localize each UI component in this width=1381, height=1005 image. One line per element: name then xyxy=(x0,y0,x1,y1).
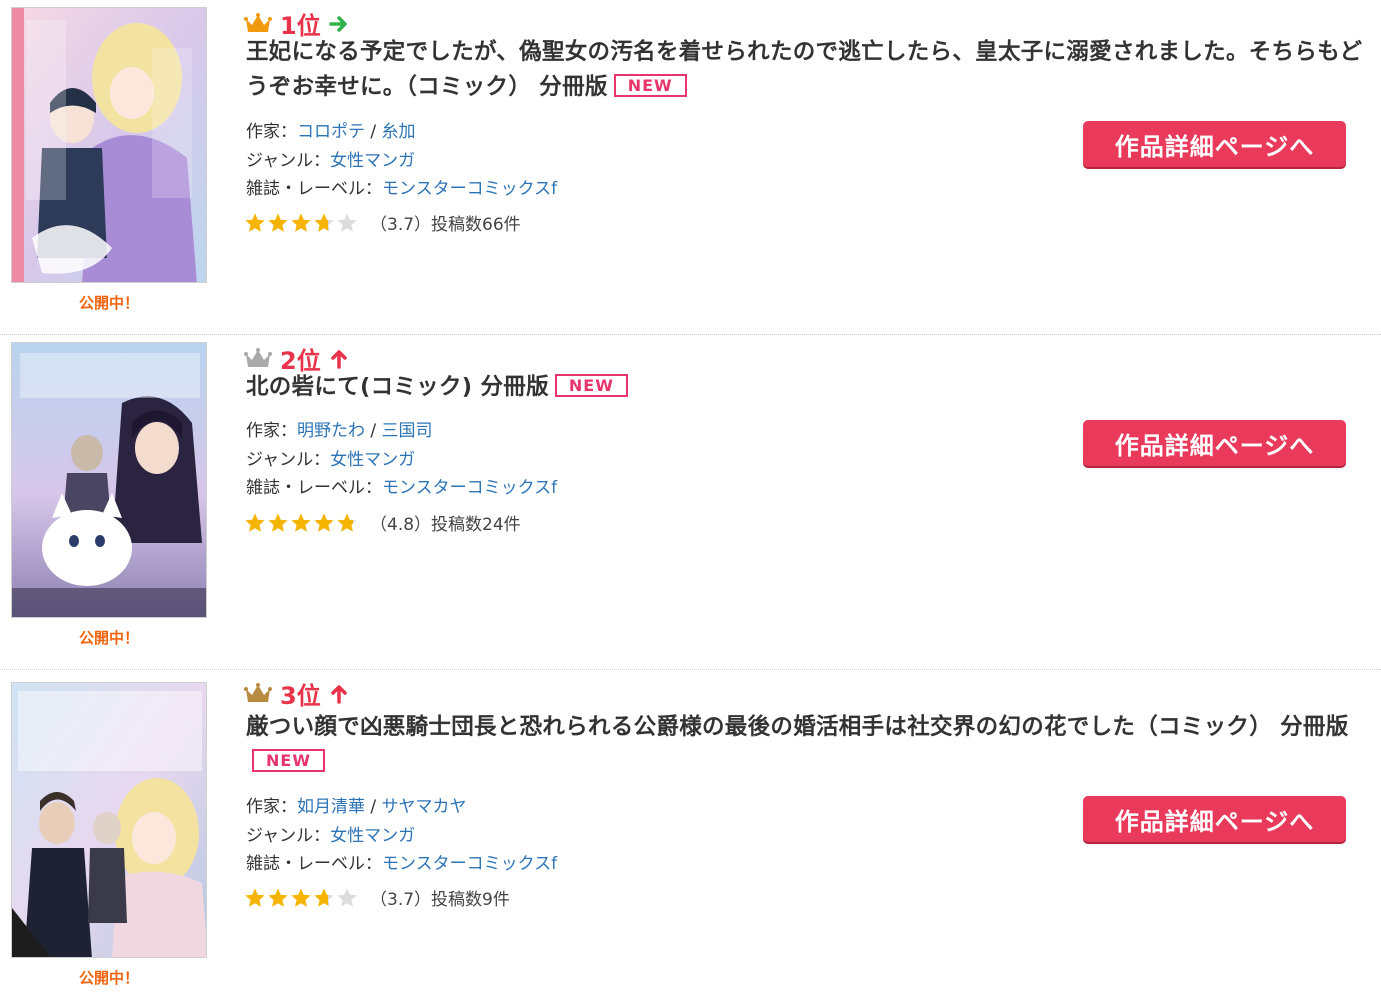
author-label: 作家： xyxy=(246,421,297,441)
genre-link[interactable]: 女性マンガ xyxy=(330,151,415,171)
genre-label: ジャンル： xyxy=(246,449,331,470)
cover-image[interactable] xyxy=(11,682,207,958)
title-text: 厳つい顔で凶悪騎士団長と恐れられる公爵様の最後の婚活相手は社交界の幻の花でした（… xyxy=(246,714,1349,740)
star-icon xyxy=(291,887,311,907)
star-icon xyxy=(291,212,311,232)
rating-row: （3.7）投稿数66件 xyxy=(244,210,521,235)
author-row: 作家：如月清華 / サヤマカヤ xyxy=(246,793,557,822)
arrow-up-icon xyxy=(330,349,347,369)
label-row: 雑誌・レーベル：モンスターコミックスf xyxy=(246,474,557,503)
rating-text: （3.7）投稿数9件 xyxy=(370,890,510,910)
author-label: 作家： xyxy=(246,797,297,817)
genre-label: ジャンル： xyxy=(246,150,331,171)
author-separator: / xyxy=(365,421,382,441)
label-label: 雑誌・レーベル： xyxy=(246,179,382,199)
status-label: 公開中！ xyxy=(78,629,139,647)
rating-row: （4.8）投稿数24件 xyxy=(244,510,521,535)
star-icon xyxy=(337,887,357,907)
label-link[interactable]: モンスターコミックスf xyxy=(382,478,557,498)
ranking-list: 公開中！ 1位 王妃になる予定でしたが、偽聖女の汚名を着せられたので逃亡したら、… xyxy=(0,0,1381,1005)
author-link[interactable]: 明野たわ xyxy=(297,421,365,441)
author-separator: / xyxy=(365,797,382,817)
star-icon xyxy=(268,512,288,532)
label-link[interactable]: モンスターコミックスf xyxy=(382,179,557,199)
author-link[interactable]: 三国司 xyxy=(382,421,433,441)
genre-link[interactable]: 女性マンガ xyxy=(330,450,415,470)
meta-block: 作家：明野たわ / 三国司 ジャンル：女性マンガ 雑誌・レーベル：モンスターコミ… xyxy=(246,417,557,503)
rating-text: （4.8）投稿数24件 xyxy=(370,515,521,535)
rating-row: （3.7）投稿数9件 xyxy=(244,885,510,910)
ranking-item: 公開中！ 2位 北の砦にて(コミック) 分冊版 NEW 作家：明野たわ / 三国司… xyxy=(0,335,1381,670)
cover-image[interactable] xyxy=(11,7,207,283)
title-link[interactable]: 王妃になる予定でしたが、偽聖女の汚名を着せられたので逃亡したら、皇太子に溺愛され… xyxy=(246,35,1376,105)
star-icon xyxy=(245,512,265,532)
star-rating xyxy=(244,887,358,909)
meta-block: 作家：コロポテ / 糸加 ジャンル：女性マンガ 雑誌・レーベル：モンスターコミッ… xyxy=(246,118,557,204)
new-badge: NEW xyxy=(613,74,687,97)
author-link[interactable]: サヤマカヤ xyxy=(382,797,467,817)
meta-block: 作家：如月清華 / サヤマカヤ ジャンル：女性マンガ 雑誌・レーベル：モンスター… xyxy=(246,793,557,879)
star-icon xyxy=(245,887,265,907)
crown-gold-icon xyxy=(244,12,272,32)
genre-row: ジャンル：女性マンガ xyxy=(246,822,557,851)
rank-number: 3位 xyxy=(280,682,321,710)
star-icon xyxy=(245,212,265,232)
ranking-item: 公開中！ 3位 厳つい顔で凶悪騎士団長と恐れられる公爵様の最後の婚活相手は社交界… xyxy=(0,670,1381,1005)
ranking-item: 公開中！ 1位 王妃になる予定でしたが、偽聖女の汚名を着せられたので逃亡したら、… xyxy=(0,0,1381,335)
detail-page-button[interactable]: 作品詳細ページへ xyxy=(1083,121,1346,167)
genre-link[interactable]: 女性マンガ xyxy=(330,826,415,846)
star-icon xyxy=(268,212,288,232)
label-label: 雑誌・レーベル： xyxy=(246,478,382,498)
star-rating xyxy=(244,512,358,534)
star-icon xyxy=(268,887,288,907)
label-label: 雑誌・レーベル： xyxy=(246,854,382,874)
rank-indicator: 3位 xyxy=(244,676,349,711)
detail-page-button[interactable]: 作品詳細ページへ xyxy=(1083,796,1346,842)
title-link[interactable]: 厳つい顔で凶悪騎士団長と恐れられる公爵様の最後の婚活相手は社交界の幻の花でした（… xyxy=(246,710,1376,780)
star-icon xyxy=(314,512,334,532)
title-text: 王妃になる予定でしたが、偽聖女の汚名を着せられたので逃亡したら、皇太子に溺愛され… xyxy=(246,39,1363,100)
author-row: 作家：コロポテ / 糸加 xyxy=(246,118,557,147)
arrow-up-icon xyxy=(330,684,347,704)
star-icon xyxy=(314,887,334,907)
label-link[interactable]: モンスターコミックスf xyxy=(382,854,557,874)
star-icon xyxy=(291,512,311,532)
author-link[interactable]: コロポテ xyxy=(297,122,365,142)
new-badge: NEW xyxy=(252,749,325,772)
author-link[interactable]: 糸加 xyxy=(382,122,416,142)
detail-page-button[interactable]: 作品詳細ページへ xyxy=(1083,420,1346,466)
status-label: 公開中！ xyxy=(78,294,139,312)
genre-row: ジャンル：女性マンガ xyxy=(246,446,557,475)
title-link[interactable]: 北の砦にて(コミック) 分冊版 NEW xyxy=(246,370,1376,405)
star-icon xyxy=(314,212,334,232)
label-row: 雑誌・レーベル：モンスターコミックスf xyxy=(246,175,557,204)
author-separator: / xyxy=(365,122,382,142)
rating-text: （3.7）投稿数66件 xyxy=(370,215,521,235)
star-rating xyxy=(244,212,358,234)
new-badge: NEW xyxy=(554,374,628,397)
crown-silver-icon xyxy=(244,347,272,367)
star-icon xyxy=(337,512,357,532)
status-label: 公開中！ xyxy=(78,969,139,987)
genre-label: ジャンル： xyxy=(246,825,331,846)
author-label: 作家： xyxy=(246,122,297,142)
arrow-right-icon xyxy=(328,15,347,32)
label-row: 雑誌・レーベル：モンスターコミックスf xyxy=(246,850,557,879)
star-icon xyxy=(337,212,357,232)
cover-image[interactable] xyxy=(11,342,207,618)
author-link[interactable]: 如月清華 xyxy=(297,797,365,817)
genre-row: ジャンル：女性マンガ xyxy=(246,147,557,176)
author-row: 作家：明野たわ / 三国司 xyxy=(246,417,557,446)
crown-bronze-icon xyxy=(244,682,272,702)
title-text: 北の砦にて(コミック) 分冊版 xyxy=(246,374,549,400)
